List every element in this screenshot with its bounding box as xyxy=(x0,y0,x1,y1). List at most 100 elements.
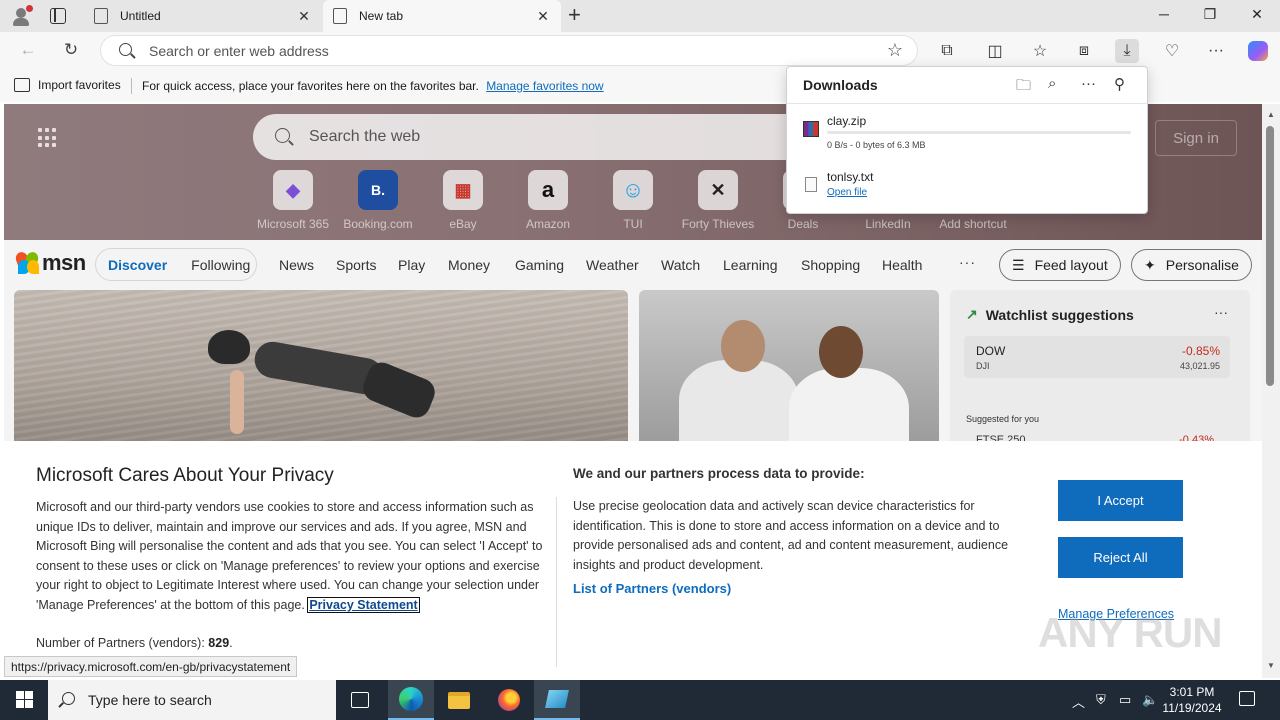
manage-favorites-link[interactable]: Manage favorites now xyxy=(486,79,603,93)
clock-date: 11/19/2024 xyxy=(1162,701,1222,715)
tab-new-tab[interactable]: New tab ✕ xyxy=(323,0,561,32)
news-card-image[interactable] xyxy=(14,290,628,450)
tile-amazon[interactable]: a Amazon xyxy=(508,170,588,231)
stock-row[interactable]: DOW DJI -0.85% 43,021.95 xyxy=(964,336,1230,378)
search-icon[interactable]: ⌕ xyxy=(1048,75,1056,92)
data-processing-body: Use precise geolocation data and activel… xyxy=(573,499,1009,572)
app-launcher-icon[interactable] xyxy=(38,128,58,148)
downloads-icon[interactable]: ⤓ xyxy=(1115,39,1139,63)
favorite-star-icon[interactable]: ☆ xyxy=(887,40,903,61)
nav-watch[interactable]: Watch xyxy=(661,257,700,273)
news-card-image[interactable] xyxy=(639,290,939,450)
taskbar-search-box[interactable]: Type here to search xyxy=(48,680,336,720)
volume-icon[interactable]: 🔈 xyxy=(1142,692,1158,708)
task-view-icon xyxy=(351,692,369,708)
nav-learning[interactable]: Learning xyxy=(723,257,778,273)
close-tab-icon[interactable]: ✕ xyxy=(535,8,551,25)
nav-weather[interactable]: Weather xyxy=(586,257,639,273)
microsoft-365-icon: ◆ xyxy=(273,170,313,210)
favorites-icon[interactable]: ☆ xyxy=(1028,39,1052,63)
tile-label: Microsoft 365 xyxy=(256,217,330,231)
back-button[interactable]: ← xyxy=(17,40,39,60)
privacy-body-text: Microsoft and our third-party vendors us… xyxy=(36,500,543,612)
accept-button[interactable]: I Accept xyxy=(1058,480,1183,521)
watchlist-more-button[interactable]: ··· xyxy=(1214,304,1228,320)
more-options-icon[interactable]: ··· xyxy=(1081,75,1096,92)
collections-icon[interactable]: ⧈ xyxy=(1072,39,1096,63)
edge-taskbar-button[interactable] xyxy=(388,680,434,720)
watchlist-title: Watchlist suggestions xyxy=(985,306,1134,323)
open-folder-icon[interactable]: 🗀 xyxy=(1016,75,1031,100)
split-screen-icon[interactable]: ◫ xyxy=(983,39,1007,63)
nav-news[interactable]: News xyxy=(279,257,314,273)
download-filename[interactable]: tonlsy.txt xyxy=(827,170,873,184)
person-face xyxy=(721,320,765,372)
privacy-title: Microsoft Cares About Your Privacy xyxy=(36,465,334,486)
download-filename[interactable]: clay.zip xyxy=(827,114,866,128)
msn-logo[interactable]: msn xyxy=(13,250,86,276)
feed-layout-button[interactable]: ☰ Feed layout xyxy=(999,249,1121,281)
tab-untitled[interactable]: Untitled ✕ xyxy=(84,0,322,32)
scroll-up-icon[interactable]: ▲ xyxy=(1267,110,1275,119)
pin-icon[interactable]: ⚲ xyxy=(1114,75,1125,93)
file-explorer-button[interactable] xyxy=(436,680,482,720)
nav-sports[interactable]: Sports xyxy=(336,257,376,273)
close-window-button[interactable]: ✕ xyxy=(1247,6,1267,23)
system-clock[interactable]: 3:01 PM 11/19/2024 xyxy=(1160,684,1224,716)
plank-photo xyxy=(194,330,454,434)
privacy-consent-banner: Microsoft Cares About Your Privacy Micro… xyxy=(4,441,1262,678)
network-icon[interactable]: ▭ xyxy=(1119,692,1131,708)
page-scrollbar[interactable]: ▲ ▼ xyxy=(1262,104,1280,678)
tab-following[interactable]: Following xyxy=(179,257,262,273)
notification-center-icon[interactable] xyxy=(1239,691,1255,706)
restore-button[interactable]: ❐ xyxy=(1200,6,1220,23)
address-bar[interactable]: ☆ xyxy=(100,35,918,66)
copilot-icon[interactable] xyxy=(1246,39,1270,63)
web-search-box[interactable]: Search the web xyxy=(253,114,813,160)
tab-discover[interactable]: Discover xyxy=(96,257,179,273)
refresh-button[interactable]: ↻ xyxy=(60,40,82,60)
address-input[interactable] xyxy=(149,42,849,60)
privacy-statement-link[interactable]: Privacy Statement xyxy=(307,596,420,613)
profile-icon[interactable] xyxy=(10,5,33,27)
nav-gaming[interactable]: Gaming xyxy=(515,257,564,273)
import-favorites-button[interactable]: Import favorites xyxy=(14,78,121,92)
tile-ebay[interactable]: ▦ eBay xyxy=(423,170,503,231)
tab-strip: Untitled ✕ New tab ✕ + ─ ❐ ✕ xyxy=(0,0,1280,32)
open-file-link[interactable]: Open file xyxy=(827,187,867,198)
sliders-icon: ☰ xyxy=(1012,256,1025,273)
nav-health[interactable]: Health xyxy=(882,257,922,273)
nav-play[interactable]: Play xyxy=(398,257,425,273)
settings-more-icon[interactable]: ··· xyxy=(1204,39,1228,63)
amazon-icon: a xyxy=(528,170,568,210)
reject-all-button[interactable]: Reject All xyxy=(1058,537,1183,578)
extensions-icon[interactable]: ⧉ xyxy=(935,39,959,63)
task-view-button[interactable] xyxy=(337,680,383,720)
tile-label: LinkedIn xyxy=(865,217,911,231)
security-icon[interactable]: ⛨ xyxy=(1096,692,1106,708)
data-processing-heading: We and our partners process data to prov… xyxy=(573,466,865,481)
notepad-button[interactable] xyxy=(534,680,580,720)
tile-label: Deals xyxy=(787,217,819,231)
windows-start-icon[interactable] xyxy=(16,691,33,708)
vendors-list-link[interactable]: List of Partners (vendors) xyxy=(573,581,731,596)
new-tab-button[interactable]: + xyxy=(568,4,581,26)
nav-shopping[interactable]: Shopping xyxy=(801,257,860,273)
tab-actions-icon[interactable] xyxy=(50,8,66,24)
close-tab-icon[interactable]: ✕ xyxy=(296,8,312,25)
firefox-button[interactable] xyxy=(486,680,532,720)
scroll-down-icon[interactable]: ▼ xyxy=(1267,661,1275,670)
sign-in-button[interactable]: Sign in xyxy=(1155,120,1237,156)
nav-more-button[interactable]: ··· xyxy=(959,254,976,270)
tile-microsoft-365[interactable]: ◆ Microsoft 365 xyxy=(253,170,333,231)
scroll-thumb[interactable] xyxy=(1266,126,1274,386)
browser-essentials-icon[interactable]: ♡ xyxy=(1160,39,1184,63)
tile-forty-thieves[interactable]: ✕ Forty Thieves xyxy=(678,170,758,231)
show-hidden-icons-chevron[interactable]: ︿ xyxy=(1072,692,1085,711)
personalise-button[interactable]: ✦ Personalise xyxy=(1131,249,1252,281)
minimize-button[interactable]: ─ xyxy=(1154,6,1174,22)
tile-tui[interactable]: ☺ TUI xyxy=(593,170,673,231)
tile-booking[interactable]: B. Booking.com xyxy=(338,170,418,231)
folder-icon xyxy=(448,691,470,709)
nav-money[interactable]: Money xyxy=(448,257,490,273)
